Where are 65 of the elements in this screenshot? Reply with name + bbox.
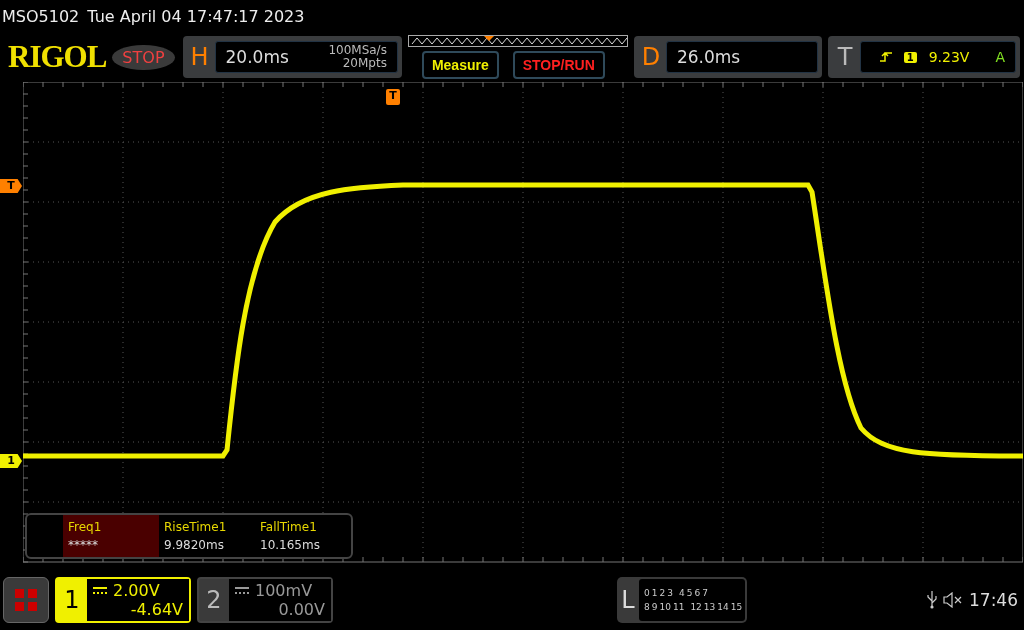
channel-panel[interactable]: 1 2.00V -4.64V bbox=[55, 577, 191, 623]
channel-scale: 100mV bbox=[255, 581, 313, 600]
digital-channel-number: 10 bbox=[659, 602, 671, 612]
measurement-name: Freq1 bbox=[68, 520, 103, 534]
stop-run-button[interactable]: STOP/RUN bbox=[512, 51, 605, 79]
digital-channel-number: 4 bbox=[678, 588, 685, 598]
horizontal-panel[interactable]: H 20.0ms 100MSa/s 20Mpts bbox=[182, 36, 402, 78]
delay-value: 26.0ms bbox=[676, 47, 741, 67]
run-state-indicator: STOP bbox=[112, 44, 175, 70]
measurement-value: 10.165ms bbox=[260, 538, 321, 552]
logic-panel[interactable]: L 0 1 2 3 4 5 6 7 8 9 10 11 12 13 14 15 bbox=[617, 577, 747, 623]
digital-channel-number: 13 bbox=[703, 602, 716, 612]
model-name: MSO5102 bbox=[2, 6, 80, 26]
channel-offset: 0.00V bbox=[278, 600, 325, 619]
digital-channel-number: 12 bbox=[690, 602, 702, 612]
trigger-level-marker[interactable]: T bbox=[0, 179, 22, 193]
speaker-muted-icon bbox=[943, 592, 963, 608]
digital-channel-number: 11 bbox=[672, 602, 685, 612]
channel-offset-marker[interactable]: 1 bbox=[0, 454, 22, 468]
measure-button[interactable]: Measure bbox=[421, 51, 499, 79]
trigger-source-badge: 1 bbox=[903, 51, 917, 63]
digital-channel-number: 2 bbox=[659, 588, 666, 598]
trigger-level: 9.23V bbox=[928, 49, 970, 65]
measurement-item[interactable]: FallTime1 10.165ms bbox=[255, 515, 351, 557]
clock: 17:46 bbox=[969, 590, 1018, 610]
date-time: Tue April 04 17:47:17 2023 bbox=[87, 6, 305, 26]
digital-channel-number: 15 bbox=[730, 602, 743, 612]
usb-icon bbox=[927, 591, 937, 609]
horizontal-label: H bbox=[189, 43, 210, 71]
sample-rate: 100MSa/s bbox=[328, 44, 387, 57]
trigger-mode: A bbox=[995, 49, 1005, 65]
digital-channel-number: 5 bbox=[686, 588, 693, 598]
digital-channel-number: 1 bbox=[651, 588, 658, 598]
menu-button[interactable] bbox=[3, 577, 49, 623]
channel-number: 2 bbox=[205, 585, 223, 616]
dc-coupling-icon bbox=[235, 586, 249, 595]
logic-label: L bbox=[620, 586, 636, 614]
trigger-position-marker[interactable]: T bbox=[386, 89, 400, 105]
measurement-value: ***** bbox=[68, 538, 99, 552]
digital-channel-number: 7 bbox=[702, 588, 708, 598]
grid-squares-icon bbox=[15, 589, 37, 611]
channel-scale: 2.00V bbox=[113, 581, 160, 600]
digital-channel-number: 14 bbox=[717, 602, 729, 612]
digital-channel-number: 8 bbox=[644, 602, 650, 612]
memory-depth: 20Mpts bbox=[341, 57, 387, 70]
measurement-item[interactable]: Freq1 ***** bbox=[63, 515, 159, 557]
digital-channel-number: 9 bbox=[651, 602, 658, 612]
rising-edge-icon bbox=[879, 51, 892, 63]
delay-label: D bbox=[640, 43, 662, 71]
measurement-name: RiseTime1 bbox=[164, 520, 228, 534]
delay-panel[interactable]: D 26.0ms bbox=[633, 36, 822, 78]
measurement-name: FallTime1 bbox=[260, 520, 318, 534]
channel-offset: -4.64V bbox=[130, 600, 183, 619]
measurement-value: 9.9820ms bbox=[164, 538, 225, 552]
measurement-item[interactable]: RiseTime1 9.9820ms bbox=[159, 515, 255, 557]
digital-channel-number: 6 bbox=[694, 588, 701, 598]
trigger-panel[interactable]: T 1 9.23V A bbox=[828, 36, 1020, 78]
digital-channel-number: 0 bbox=[644, 588, 650, 598]
channel-panel[interactable]: 2 100mV 0.00V bbox=[197, 577, 333, 623]
digital-channel-number: 3 bbox=[667, 588, 673, 598]
channel-number: 1 bbox=[63, 585, 81, 616]
timebase-value: 20.0ms bbox=[225, 47, 289, 67]
brand-logo: RIGOL bbox=[8, 39, 107, 75]
trigger-label: T bbox=[836, 43, 854, 71]
dc-coupling-icon bbox=[93, 586, 107, 595]
